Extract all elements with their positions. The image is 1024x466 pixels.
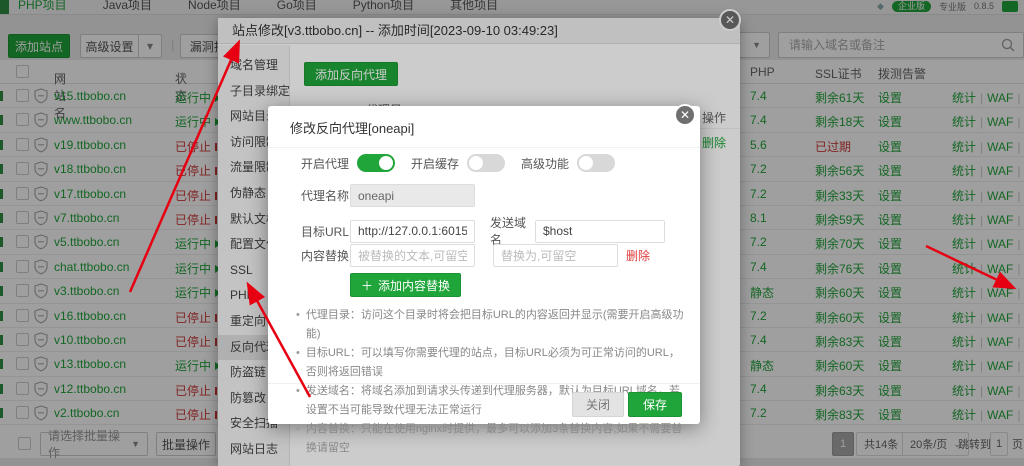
- proxy-modal-close-icon[interactable]: ✕: [674, 104, 696, 126]
- toggle-group: 高级功能: [521, 154, 616, 172]
- proxy-name-input: [350, 184, 475, 207]
- target-url-input[interactable]: [350, 219, 475, 243]
- help-note: • 目标URL：可以填写你需要代理的站点，目标URL必须为可正常访问的URL，否则…: [296, 344, 684, 382]
- toggle-group: 开启缓存: [411, 154, 506, 172]
- proxy-help-notes: • 代理目录：访问这个目录时将会把目标URL的内容返回并显示(需要开启高级功能) •…: [296, 306, 684, 458]
- add-replace-button[interactable]: ＋ 添加内容替换: [350, 273, 462, 297]
- close-button[interactable]: 关闭: [571, 392, 624, 417]
- toggle-开启代理[interactable]: [357, 154, 396, 172]
- proxy-modal-title: 修改反向代理[oneapi]: [268, 106, 700, 148]
- proxy-toggle-row: 开启代理 开启缓存 高级功能: [268, 154, 700, 172]
- toggle-group: 开启代理: [301, 154, 396, 172]
- toggle-高级功能[interactable]: [577, 154, 616, 172]
- bullet-icon: •: [296, 309, 300, 321]
- proxy-url-row: 目标URL 发送域名: [268, 214, 700, 248]
- replace-from-input[interactable]: [350, 244, 475, 267]
- edit-proxy-modal: 修改反向代理[oneapi] ✕ 开启代理 开启缓存 高级功能 代理名称 目标U…: [268, 104, 700, 454]
- proxy-modal-footer: 关闭 保存: [268, 383, 700, 424]
- add-replace-label: 添加内容替换: [378, 278, 451, 293]
- proxy-name-row: 代理名称: [268, 184, 700, 207]
- target-url-label: 目标URL: [301, 224, 350, 239]
- toggle-label: 开启缓存: [411, 156, 460, 171]
- replace-delete-link[interactable]: 删除: [626, 247, 650, 264]
- save-button[interactable]: 保存: [627, 392, 682, 417]
- screen: PHP项目 Java项目 Node项目 Go项目 Python项目 其他项目 ◆ 企业版 …: [0, 0, 1024, 466]
- help-note: • 内容替换：只能在使用nginx时提供，最多可以添加3条替换内容,如果不需要替换…: [296, 420, 684, 458]
- content-replace-row: 内容替换 删除: [268, 244, 700, 267]
- toggle-label: 高级功能: [521, 156, 570, 171]
- bullet-icon: •: [296, 347, 300, 359]
- bullet-icon: •: [296, 423, 300, 435]
- send-host-label: 发送域名: [490, 216, 527, 247]
- send-host-input[interactable]: [535, 219, 665, 243]
- replace-to-input[interactable]: [493, 244, 618, 267]
- toggle-开启缓存[interactable]: [467, 154, 506, 172]
- proxy-name-label: 代理名称: [301, 189, 350, 203]
- help-note: • 代理目录：访问这个目录时将会把目标URL的内容返回并显示(需要开启高级功能): [296, 306, 684, 344]
- plus-icon: ＋: [361, 278, 374, 293]
- content-replace-label: 内容替换: [301, 249, 350, 263]
- toggle-label: 开启代理: [301, 156, 350, 171]
